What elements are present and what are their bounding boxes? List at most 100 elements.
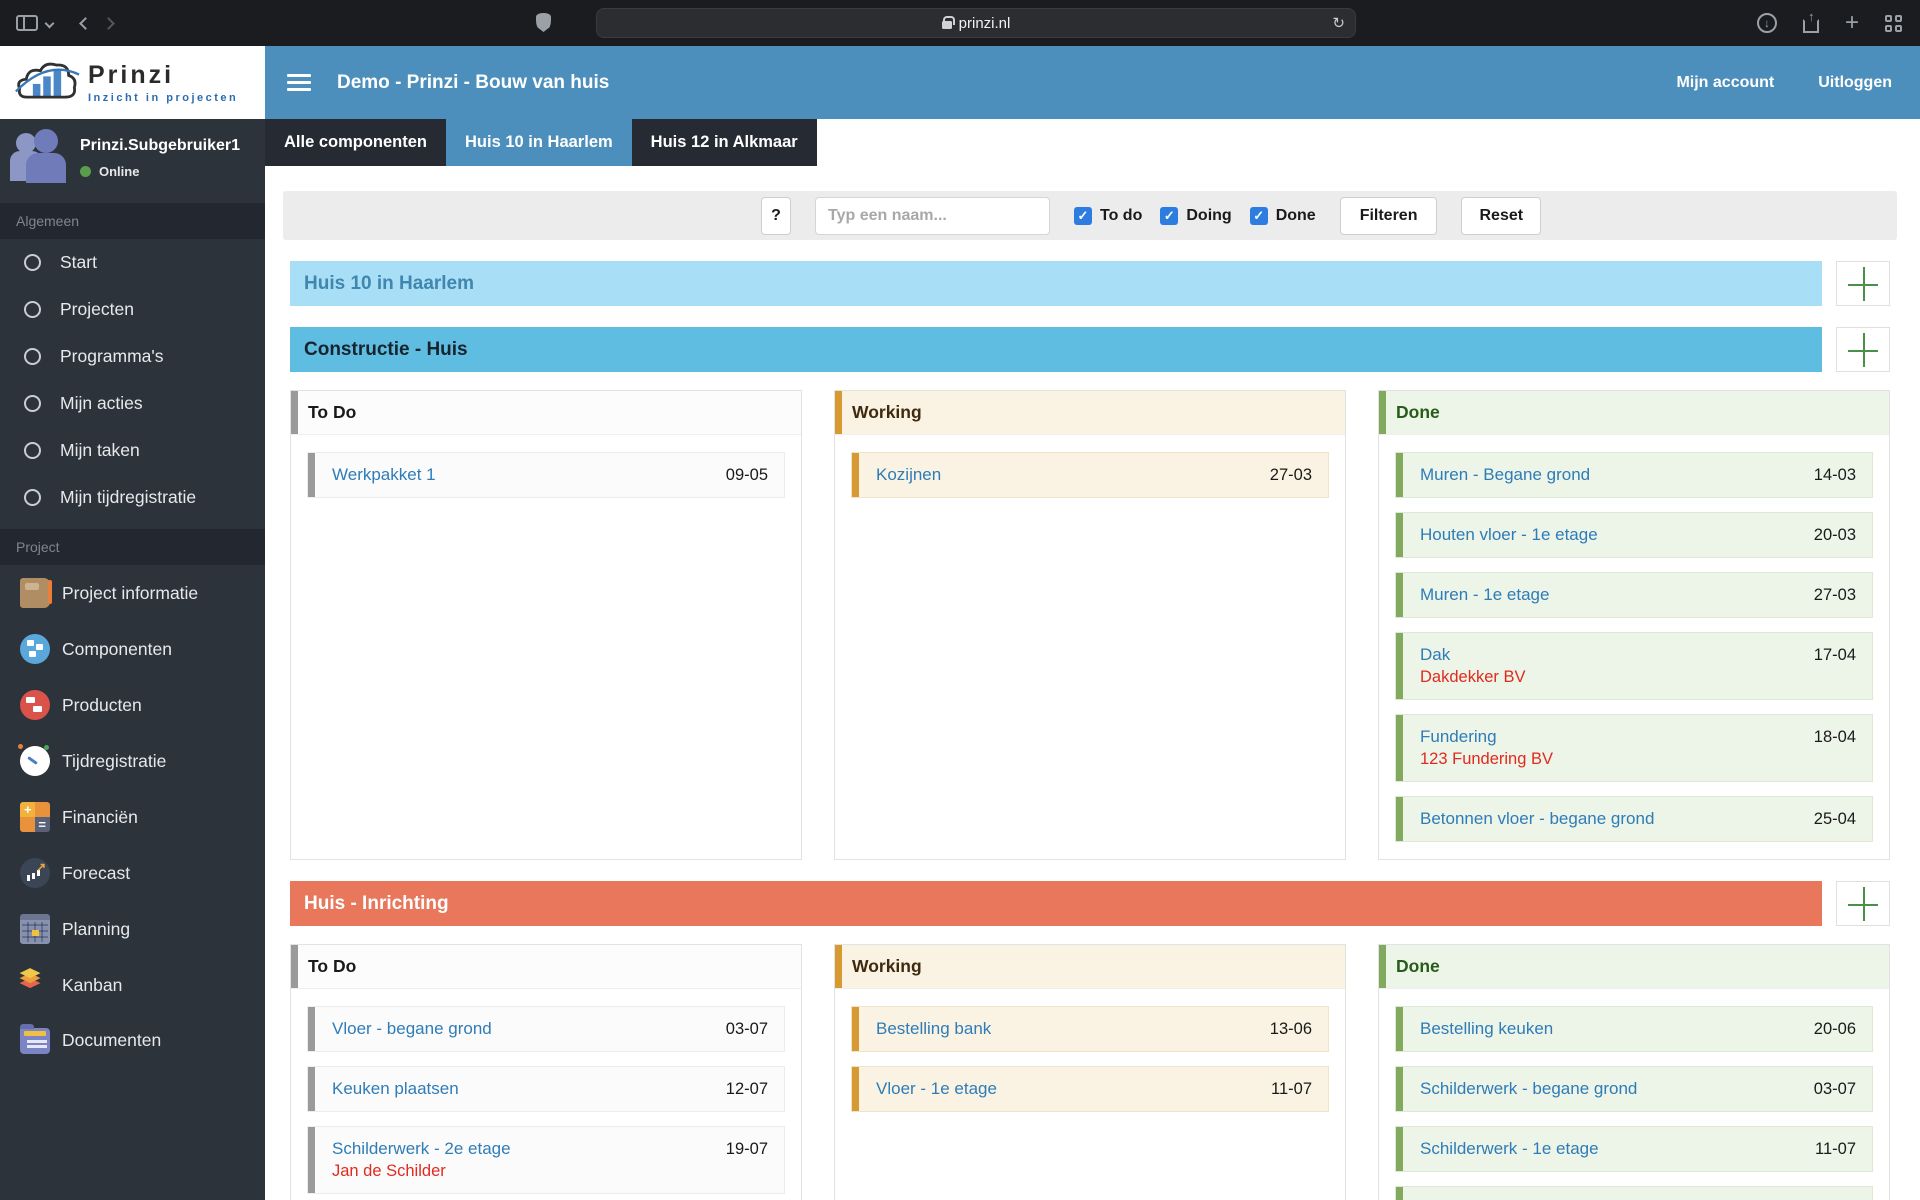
search-input[interactable] (815, 196, 1050, 235)
kanban-card[interactable]: Schilderwerk - begane grond 03-07 (1395, 1066, 1873, 1112)
sidebar-item[interactable]: Planning (0, 901, 265, 957)
kanban-card[interactable]: Muren - 1e etage 27-03 (1395, 572, 1873, 618)
kanban-card[interactable]: Keuken plaatsen 12-07 (307, 1066, 785, 1112)
card-title-link[interactable]: Houten vloer - 1e etage (1420, 524, 1598, 546)
kanban-card[interactable]: Schilderwerk - 2e etage Jan de Schilder … (307, 1126, 785, 1194)
address-bar[interactable]: prinzi.nl ↻ (596, 8, 1356, 38)
kanban-card[interactable]: Kozijnen 27-03 (851, 452, 1329, 498)
sidebar-item[interactable]: Mijn tijdregistratie (0, 474, 265, 521)
add-card-button[interactable] (1836, 327, 1890, 372)
card-title-link[interactable]: Vloer - 1e etage (876, 1078, 997, 1100)
add-card-button[interactable] (1836, 881, 1890, 926)
component-tab[interactable]: Alle componenten (265, 119, 447, 166)
reload-icon[interactable]: ↻ (1332, 14, 1345, 32)
group-columns: To Do Vloer - begane grond 03-07 Keuken … (290, 944, 1890, 1200)
kanban-card[interactable]: Bestelling bank 13-06 (851, 1006, 1329, 1052)
sidebar-item-label: Financiën (62, 806, 138, 827)
card-title-link[interactable]: Vloer - begane grond (332, 1018, 492, 1040)
sidebar-item-icon (20, 578, 52, 608)
component-tab[interactable]: Huis 10 in Haarlem (446, 119, 632, 166)
card-date: 11-07 (1815, 1140, 1856, 1158)
card-title-link[interactable]: Dak (1420, 644, 1525, 666)
kanban-card[interactable]: Bestelling keuken 20-06 (1395, 1006, 1873, 1052)
kanban-card[interactable]: Tapijt - 2e etage 24-07 (1395, 1186, 1873, 1200)
kanban-card[interactable]: Dak Dakdekker BV 17-04 (1395, 632, 1873, 700)
help-button[interactable]: ? (761, 196, 791, 235)
sidebar-item[interactable]: Tijdregistratie (0, 733, 265, 789)
card-date: 12-07 (725, 1080, 768, 1098)
online-status-icon (80, 166, 91, 177)
sidebar-item[interactable]: Start (0, 239, 265, 286)
sidebar-item[interactable]: Programma's (0, 333, 265, 380)
column-title: Done (1396, 402, 1440, 422)
hamburger-menu-icon[interactable] (287, 70, 311, 95)
sidebar-item-icon (24, 254, 41, 271)
kanban-card[interactable]: Werkpakket 1 09-05 (307, 452, 785, 498)
downloads-icon[interactable]: ↓ (1756, 13, 1777, 33)
sidebar-section-label: Project (0, 529, 265, 565)
filter-bar: ? ✓ To do ✓ Doing (283, 191, 1897, 240)
card-title-link[interactable]: Betonnen vloer - begane grond (1420, 808, 1654, 830)
checkbox-checked-icon[interactable]: ✓ (1074, 206, 1092, 225)
card-title-link[interactable]: Kozijnen (876, 464, 941, 486)
add-group-button[interactable] (1836, 261, 1890, 306)
kanban-card[interactable]: Muren - Begane grond 14-03 (1395, 452, 1873, 498)
sidebar-item[interactable]: Project informatie (0, 565, 265, 621)
sidebar-item[interactable]: Kanban (0, 957, 265, 1013)
sidebar-item[interactable]: Producten (0, 677, 265, 733)
sidebar-item[interactable]: Componenten (0, 621, 265, 677)
sidebar-item-label: Start (60, 252, 97, 272)
card-date: 18-04 (1813, 728, 1856, 746)
reset-button[interactable]: Reset (1461, 196, 1542, 235)
kanban-column: To Do Werkpakket 1 09-05 (290, 390, 802, 860)
card-title-link[interactable]: Muren - 1e etage (1420, 584, 1549, 606)
sidebar-item[interactable]: Mijn acties (0, 380, 265, 427)
avatar (10, 129, 66, 183)
kanban-card[interactable]: Betonnen vloer - begane grond 25-04 (1395, 796, 1873, 842)
sidebar-item[interactable]: Forecast (0, 845, 265, 901)
kanban-card[interactable]: Houten vloer - 1e etage 20-03 (1395, 512, 1873, 558)
card-title-link[interactable]: Schilderwerk - 2e etage (332, 1138, 511, 1160)
browser-back-icon[interactable] (79, 16, 92, 30)
card-title-link[interactable]: Bestelling bank (876, 1018, 991, 1040)
my-account-link[interactable]: Mijn account (1676, 74, 1774, 92)
card-title-link[interactable]: Keuken plaatsen (332, 1078, 459, 1100)
checkbox-checked-icon[interactable]: ✓ (1249, 206, 1268, 225)
kanban-card[interactable]: Schilderwerk - 1e etage 11-07 (1395, 1126, 1873, 1172)
card-title-link[interactable]: Bestelling keuken (1420, 1018, 1553, 1040)
status-checkbox[interactable]: ✓ To do (1074, 206, 1142, 225)
sidebar-item[interactable]: Mijn taken (0, 427, 265, 474)
filter-button[interactable]: Filteren (1339, 196, 1438, 235)
kanban-card[interactable]: Vloer - begane grond 03-07 (307, 1006, 785, 1052)
privacy-shield-icon[interactable] (536, 13, 551, 32)
component-tab[interactable]: Huis 12 in Alkmaar (631, 119, 817, 166)
group-band: Huis - Inrichting (290, 881, 1822, 926)
prinzi-logo-icon (15, 62, 80, 99)
status-checkbox[interactable]: ✓ Done (1249, 206, 1316, 225)
checkbox-checked-icon[interactable]: ✓ (1160, 206, 1179, 225)
sidebar-item[interactable]: Documenten (0, 1013, 265, 1067)
status-checkbox[interactable]: ✓ Doing (1160, 206, 1232, 225)
new-tab-icon[interactable]: + (1845, 11, 1859, 35)
sidebar-item[interactable]: Projecten (0, 286, 265, 333)
share-icon[interactable] (1802, 9, 1819, 33)
tab-overview-icon[interactable] (1885, 14, 1902, 32)
card-title-link[interactable]: Schilderwerk - begane grond (1420, 1078, 1637, 1100)
sidebar-item-icon (24, 442, 41, 459)
card-title-link[interactable]: Schilderwerk - 1e etage (1420, 1138, 1599, 1160)
kanban-card[interactable]: Fundering 123 Fundering BV 18-04 (1395, 714, 1873, 782)
logout-link[interactable]: Uitloggen (1818, 74, 1892, 92)
sidebar-item-label: Projecten (60, 299, 134, 319)
kanban-column: Done Muren - Begane grond 14-03 Houten v… (1378, 390, 1890, 860)
browser-sidebar-toggle-icon[interactable] (16, 15, 38, 31)
card-title-link[interactable]: Werkpakket 1 (332, 464, 436, 486)
browser-forward-icon[interactable] (102, 16, 115, 30)
chevron-down-icon[interactable] (44, 18, 55, 28)
column-header: To Do (291, 391, 801, 435)
tab-label: Huis 12 in Alkmaar (650, 133, 798, 151)
card-title-link[interactable]: Fundering (1420, 726, 1553, 748)
sidebar-item[interactable]: Financiën (0, 789, 265, 845)
card-title-link[interactable]: Muren - Begane grond (1420, 464, 1590, 486)
card-date: 25-04 (1813, 810, 1856, 828)
kanban-card[interactable]: Vloer - 1e etage 11-07 (851, 1066, 1329, 1112)
